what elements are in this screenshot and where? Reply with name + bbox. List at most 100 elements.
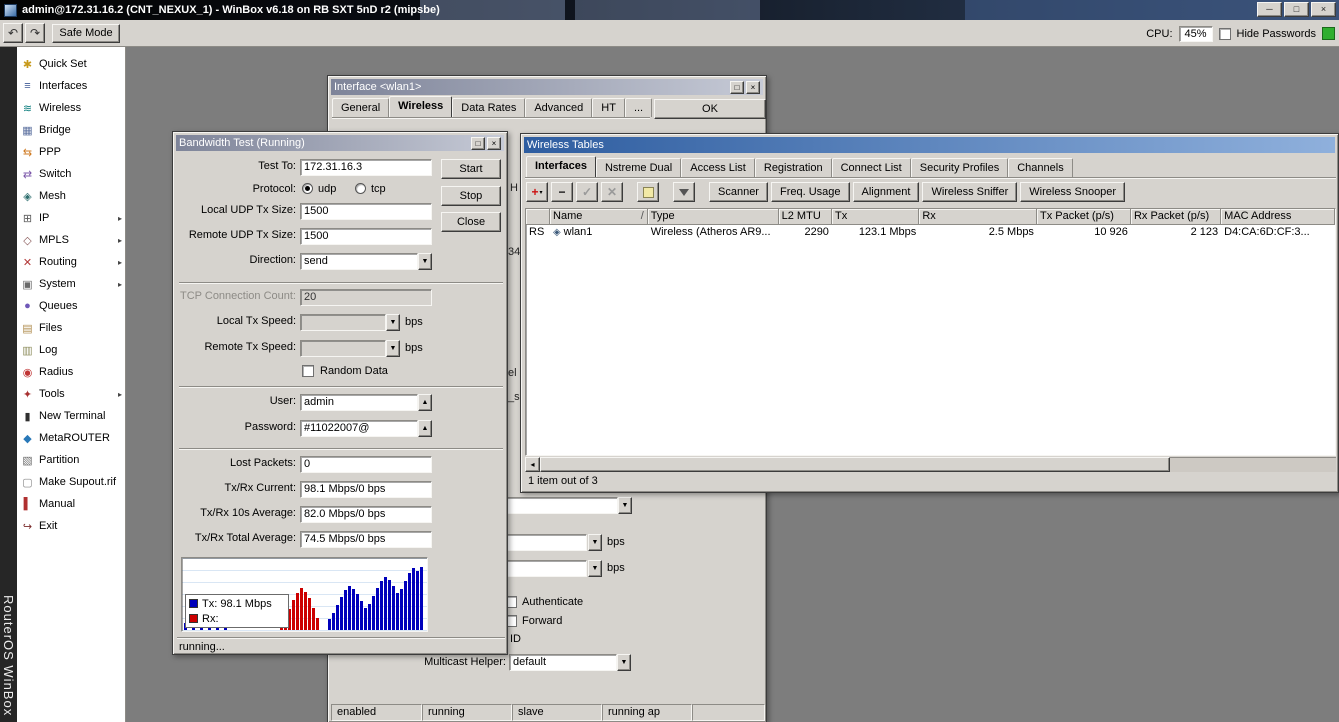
wireless-tab-connect-list[interactable]: Connect List: [832, 158, 911, 177]
column-header-flags[interactable]: [526, 209, 550, 225]
sidebar-item-bridge[interactable]: ▦Bridge: [17, 119, 125, 141]
password-collapse-button[interactable]: ▲: [418, 420, 432, 437]
column-header-rx-packet-p-s[interactable]: Rx Packet (p/s): [1131, 209, 1221, 225]
column-header-type[interactable]: Type: [648, 209, 779, 225]
sidebar-item-files[interactable]: ▤Files: [17, 317, 125, 339]
random-data-checkbox[interactable]: [302, 365, 314, 377]
close-icon[interactable]: ×: [746, 81, 760, 94]
close-button[interactable]: ×: [1311, 2, 1336, 17]
dropdown-arrow-button[interactable]: ▼: [617, 654, 631, 671]
sidebar-item-mesh[interactable]: ◈Mesh: [17, 185, 125, 207]
direction-select[interactable]: send: [300, 253, 418, 270]
safe-mode-button[interactable]: Safe Mode: [52, 24, 120, 43]
multicast-helper-select[interactable]: default: [509, 654, 617, 671]
direction-dropdown-button[interactable]: ▼: [418, 253, 432, 270]
stop-button[interactable]: Stop: [441, 186, 501, 206]
tx-bar: [420, 567, 423, 630]
interface-tab-general[interactable]: General: [332, 98, 389, 117]
sidebar-item-ip[interactable]: ⊞IP▸: [17, 207, 125, 229]
remote-udp-tx-size-input[interactable]: 1500: [300, 228, 432, 245]
wireless-tab-interfaces[interactable]: Interfaces: [526, 156, 596, 177]
wireless-tab-access-list[interactable]: Access List: [681, 158, 755, 177]
alignment-button[interactable]: Alignment: [853, 182, 920, 202]
user-input[interactable]: admin: [300, 394, 418, 411]
column-header-l2-mtu[interactable]: L2 MTU: [779, 209, 832, 225]
remove-button[interactable]: −: [551, 182, 573, 202]
disable-button[interactable]: ✕: [601, 182, 623, 202]
horizontal-scrollbar[interactable]: ◂: [525, 457, 1336, 472]
hide-passwords-checkbox[interactable]: [1219, 28, 1231, 40]
dropdown-arrow-button[interactable]: ▼: [588, 560, 602, 577]
sidebar-item-queues[interactable]: ●Queues: [17, 295, 125, 317]
wireless-snooper-button[interactable]: Wireless Snooper: [1020, 182, 1125, 202]
password-input[interactable]: #11022007@: [300, 420, 418, 437]
add-button[interactable]: +▾: [526, 182, 548, 202]
interface-tab-data-rates[interactable]: Data Rates: [452, 98, 525, 117]
wireless-sniffer-button[interactable]: Wireless Sniffer: [922, 182, 1017, 202]
wireless-tab-registration[interactable]: Registration: [755, 158, 832, 177]
start-button[interactable]: Start: [441, 159, 501, 179]
sidebar-item-new-terminal[interactable]: ▮New Terminal: [17, 405, 125, 427]
local-tx-speed-dropdown-button[interactable]: ▼: [386, 314, 400, 331]
wireless-tab-nstreme-dual[interactable]: Nstreme Dual: [596, 158, 681, 177]
column-header-tx[interactable]: Tx: [832, 209, 919, 225]
ok-button[interactable]: OK: [654, 99, 766, 119]
test-to-input[interactable]: 172.31.16.3: [300, 159, 432, 176]
interface-tab-ht[interactable]: HT: [592, 98, 625, 117]
interface-tab-[interactable]: ...: [625, 98, 652, 117]
wireless-tab-channels[interactable]: Channels: [1008, 158, 1072, 177]
protocol-tcp-radio[interactable]: [355, 183, 366, 194]
sidebar-item-ppp[interactable]: ⇆PPP: [17, 141, 125, 163]
freq-usage-button[interactable]: Freq. Usage: [771, 182, 850, 202]
bandwidth-test-titlebar[interactable]: Bandwidth Test (Running) □ ×: [176, 135, 504, 151]
dropdown-arrow-button[interactable]: ▼: [588, 534, 602, 551]
sidebar-item-make-supout-rif[interactable]: ▢Make Supout.rif: [17, 471, 125, 493]
sidebar-item-exit[interactable]: ↪Exit: [17, 515, 125, 537]
rx-bar: [300, 588, 303, 630]
column-header-tx-packet-p-s[interactable]: Tx Packet (p/s): [1037, 209, 1131, 225]
sidebar-item-tools[interactable]: ✦Tools▸: [17, 383, 125, 405]
sidebar-item-system[interactable]: ▣System▸: [17, 273, 125, 295]
wireless-tables-titlebar[interactable]: Wireless Tables: [524, 137, 1335, 153]
sidebar-item-routing[interactable]: ✕Routing▸: [17, 251, 125, 273]
maximize-button[interactable]: □: [471, 137, 485, 150]
sidebar-item-switch[interactable]: ⇄Switch: [17, 163, 125, 185]
sidebar-item-metarouter[interactable]: ◆MetaROUTER: [17, 427, 125, 449]
interface-window-titlebar[interactable]: Interface <wlan1> □ ×: [331, 79, 763, 95]
dropdown-arrow-button[interactable]: ▼: [618, 497, 632, 514]
minimize-button[interactable]: ─: [1257, 2, 1282, 17]
undo-button[interactable]: ↶: [3, 23, 23, 43]
table-row[interactable]: RS◈wlan1Wireless (Atheros AR9...2290123.…: [526, 225, 1335, 240]
close-icon[interactable]: ×: [487, 137, 501, 150]
scrollbar-thumb[interactable]: [540, 457, 1170, 472]
sidebar-item-radius[interactable]: ◉Radius: [17, 361, 125, 383]
maximize-button[interactable]: □: [1284, 2, 1309, 17]
interface-tab-advanced[interactable]: Advanced: [525, 98, 592, 117]
local-udp-tx-size-input[interactable]: 1500: [300, 203, 432, 220]
scroll-left-button[interactable]: ◂: [525, 457, 540, 472]
scanner-button[interactable]: Scanner: [709, 182, 768, 202]
files-icon: ▤: [20, 322, 35, 335]
sidebar-item-quick-set[interactable]: ✱Quick Set: [17, 53, 125, 75]
sidebar-item-interfaces[interactable]: ≡Interfaces: [17, 75, 125, 97]
sidebar-item-manual[interactable]: ▌Manual: [17, 493, 125, 515]
user-collapse-button[interactable]: ▲: [418, 394, 432, 411]
sidebar-item-log[interactable]: ▥Log: [17, 339, 125, 361]
interface-tab-wireless[interactable]: Wireless: [389, 96, 452, 117]
sidebar-item-mpls[interactable]: ◇MPLS▸: [17, 229, 125, 251]
remote-tx-speed-dropdown-button[interactable]: ▼: [386, 340, 400, 357]
protocol-udp-radio[interactable]: [302, 183, 313, 194]
comment-button[interactable]: [637, 182, 659, 202]
enable-button[interactable]: ✓: [576, 182, 598, 202]
sidebar-item-label: New Terminal: [39, 410, 122, 422]
sidebar-item-wireless[interactable]: ≋Wireless: [17, 97, 125, 119]
sidebar-item-partition[interactable]: ▧Partition: [17, 449, 125, 471]
column-header-rx[interactable]: Rx: [919, 209, 1037, 225]
column-header-name[interactable]: Name/: [550, 209, 648, 225]
filter-button[interactable]: [673, 182, 695, 202]
redo-button[interactable]: ↷: [25, 23, 45, 43]
column-header-mac-address[interactable]: MAC Address: [1221, 209, 1335, 225]
wireless-tab-security-profiles[interactable]: Security Profiles: [911, 158, 1008, 177]
restore-button[interactable]: □: [730, 81, 744, 94]
close-button[interactable]: Close: [441, 212, 501, 232]
